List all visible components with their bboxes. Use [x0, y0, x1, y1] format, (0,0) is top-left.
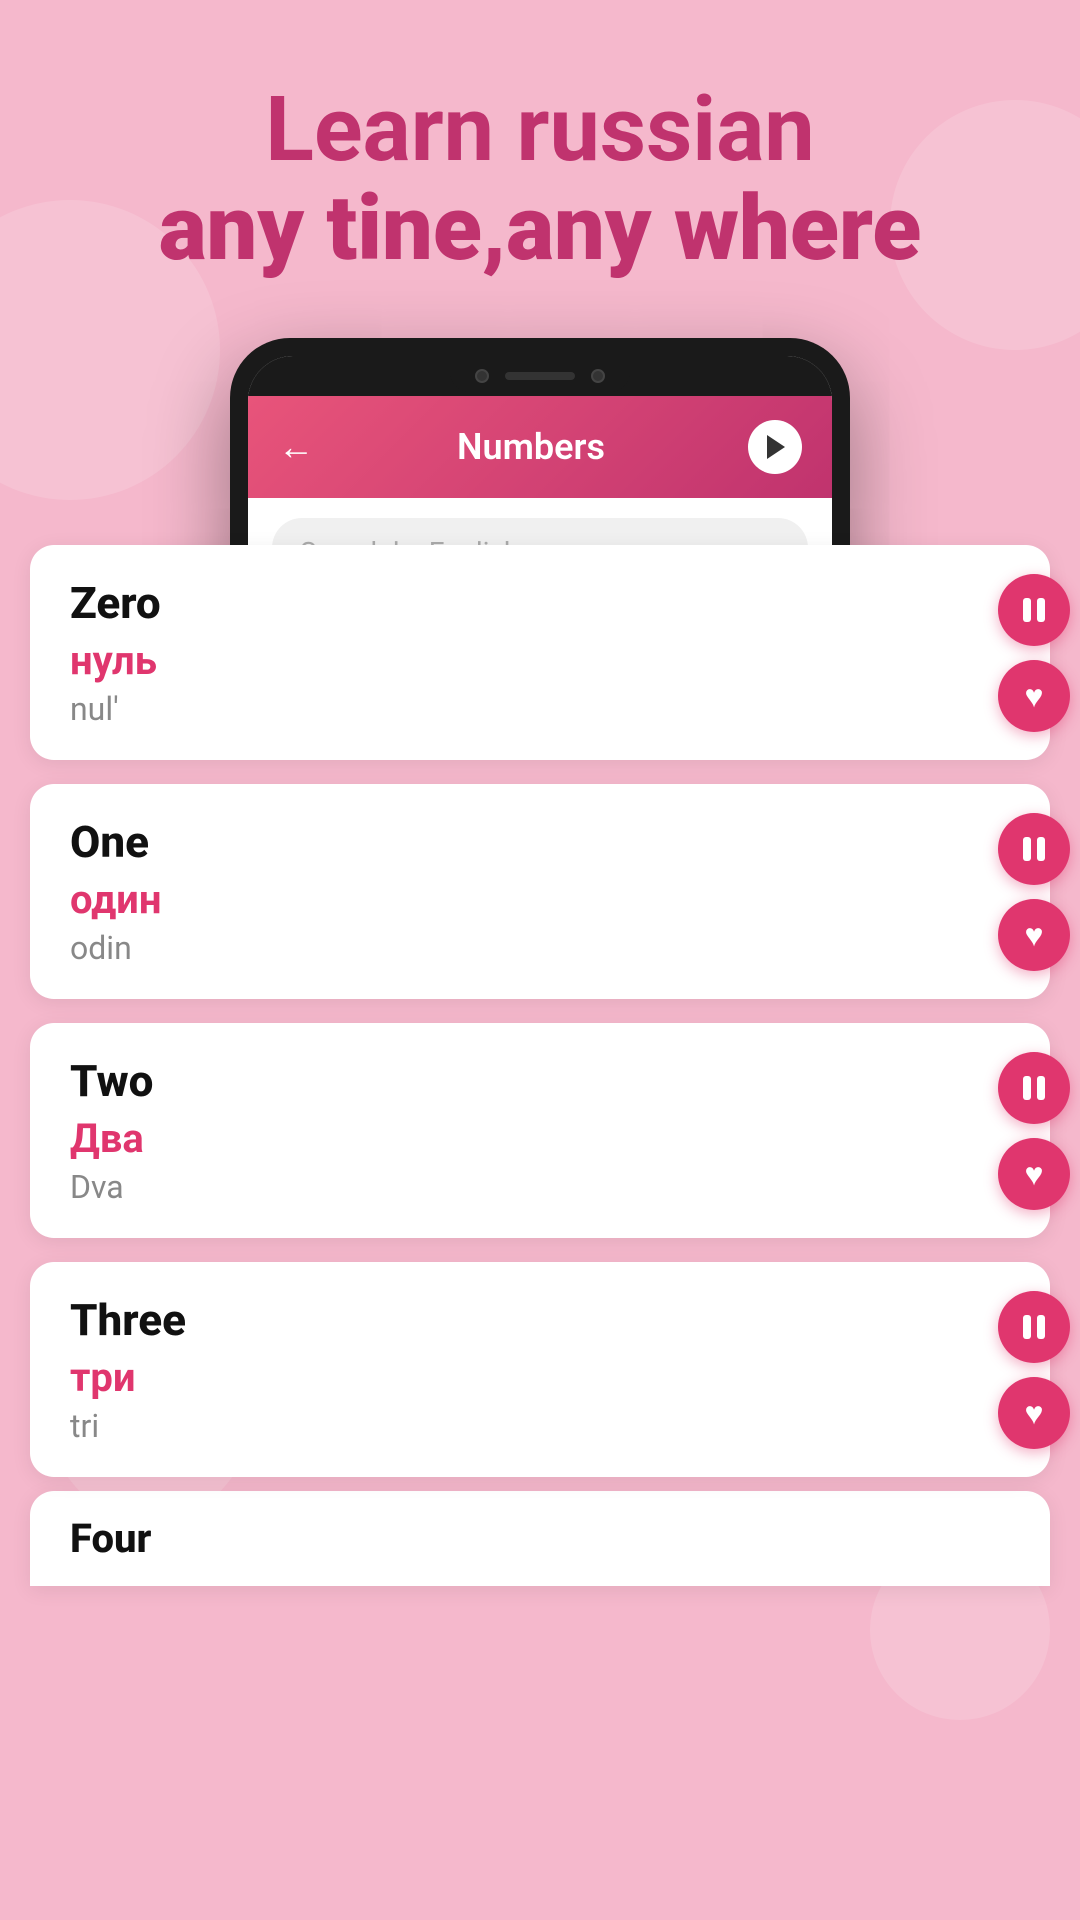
- word-transliteration-one: odin: [70, 929, 950, 967]
- word-card-one: One один odin ♥: [30, 784, 1050, 999]
- word-transliteration-two: Dva: [70, 1168, 950, 1206]
- notch-cutout: [450, 360, 630, 392]
- word-english-two: Two: [70, 1055, 950, 1107]
- pause-bar-right-three: [1037, 1315, 1045, 1339]
- sensor-icon: [591, 369, 605, 383]
- word-cards-list: Zero нуль nul' ♥ One один odin: [0, 545, 1080, 1586]
- heart-icon-three: ♥: [1025, 1397, 1044, 1429]
- pause-bar-right-two: [1037, 1076, 1045, 1100]
- word-english-three: Three: [70, 1294, 950, 1346]
- pause-button-two[interactable]: [998, 1052, 1070, 1124]
- word-transliteration-zero: nul': [70, 690, 950, 728]
- pause-button-three[interactable]: [998, 1291, 1070, 1363]
- heart-icon-one: ♥: [1025, 919, 1044, 951]
- camera-icon: [475, 369, 489, 383]
- heart-icon-two: ♥: [1025, 1158, 1044, 1190]
- pause-icon-two: [1023, 1076, 1045, 1100]
- favorite-button-zero[interactable]: ♥: [998, 660, 1070, 732]
- card-actions-one: ♥: [998, 813, 1070, 971]
- pause-icon-zero: [1023, 598, 1045, 622]
- word-card-two: Two Два Dva ♥: [30, 1023, 1050, 1238]
- word-russian-two: Два: [70, 1115, 950, 1162]
- speaker-icon: [505, 372, 575, 380]
- pause-bar-left: [1023, 598, 1031, 622]
- play-all-button[interactable]: [748, 420, 802, 474]
- app-header: ← Numbers: [248, 396, 832, 498]
- word-russian-one: один: [70, 876, 950, 923]
- word-english-four: Four: [70, 1515, 950, 1562]
- word-russian-zero: нуль: [70, 637, 950, 684]
- screen-title: Numbers: [457, 426, 605, 468]
- favorite-button-two[interactable]: ♥: [998, 1138, 1070, 1210]
- word-card-four-partial: Four: [30, 1491, 1050, 1586]
- word-english-one: One: [70, 816, 950, 868]
- pause-button-zero[interactable]: [998, 574, 1070, 646]
- pause-bar-left-one: [1023, 837, 1031, 861]
- hero-line2: any tine,any where: [60, 179, 1020, 278]
- pause-icon-one: [1023, 837, 1045, 861]
- pause-icon-three: [1023, 1315, 1045, 1339]
- word-card-three: Three три tri ♥: [30, 1262, 1050, 1477]
- favorite-button-one[interactable]: ♥: [998, 899, 1070, 971]
- hero-section: Learn russian any tine,any where: [0, 0, 1080, 318]
- pause-bar-left-two: [1023, 1076, 1031, 1100]
- phone-notch: [248, 356, 832, 396]
- word-english-zero: Zero: [70, 577, 950, 629]
- play-icon: [767, 435, 785, 459]
- hero-line1: Learn russian: [60, 80, 1020, 179]
- card-actions-two: ♥: [998, 1052, 1070, 1210]
- back-button[interactable]: ←: [278, 426, 314, 468]
- favorite-button-three[interactable]: ♥: [998, 1377, 1070, 1449]
- heart-icon-zero: ♥: [1025, 680, 1044, 712]
- card-actions-zero: ♥: [998, 574, 1070, 732]
- pause-bar-left-three: [1023, 1315, 1031, 1339]
- pause-bar-right-one: [1037, 837, 1045, 861]
- word-transliteration-three: tri: [70, 1407, 950, 1445]
- pause-bar-right: [1037, 598, 1045, 622]
- word-card-zero: Zero нуль nul' ♥: [30, 545, 1050, 760]
- pause-button-one[interactable]: [998, 813, 1070, 885]
- card-actions-three: ♥: [998, 1291, 1070, 1449]
- word-russian-three: три: [70, 1354, 950, 1401]
